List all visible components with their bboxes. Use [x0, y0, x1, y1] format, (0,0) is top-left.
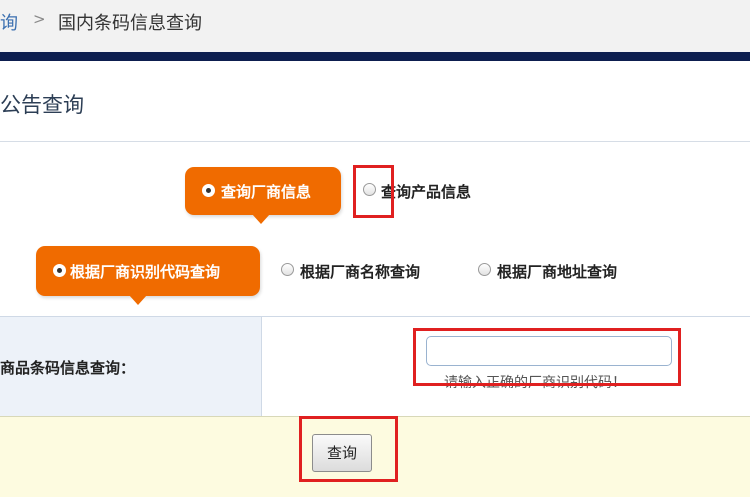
option-search-by-address-label[interactable]: 根据厂商地址查询: [497, 261, 617, 282]
bubble-pointer: [129, 295, 147, 305]
header-divider-band: [0, 52, 750, 61]
highlight-box-input: [413, 328, 681, 386]
barcode-query-label: 商品条码信息查询：: [0, 359, 136, 377]
radio-search-by-address[interactable]: [478, 263, 491, 276]
option-query-product-label[interactable]: 查询产品信息: [381, 181, 471, 202]
form-row-divider: [261, 316, 262, 416]
breadcrumb-bar: 询 > 国内条码信息查询: [0, 0, 750, 52]
option-query-company[interactable]: 查询厂商信息: [185, 167, 341, 224]
breadcrumb-current: 国内条码信息查询: [58, 13, 202, 34]
radio-search-by-code[interactable]: [53, 264, 66, 277]
page-title: 公告查询: [0, 93, 84, 117]
breadcrumb-parent-link[interactable]: 询: [0, 9, 18, 35]
option-search-by-name-label[interactable]: 根据厂商名称查询: [300, 261, 420, 282]
radio-search-by-name[interactable]: [281, 263, 294, 276]
option-search-by-code[interactable]: 根据厂商识别代码查询: [36, 246, 260, 305]
title-divider: [0, 141, 750, 142]
highlight-box-query-button: [299, 416, 398, 482]
highlight-box-product-radio: [353, 165, 394, 218]
option-search-by-code-label: 根据厂商识别代码查询: [70, 263, 221, 281]
bubble-pointer: [252, 214, 270, 224]
option-query-company-label: 查询厂商信息: [221, 183, 312, 201]
radio-query-company[interactable]: [202, 184, 215, 197]
breadcrumb-separator: >: [33, 10, 46, 28]
